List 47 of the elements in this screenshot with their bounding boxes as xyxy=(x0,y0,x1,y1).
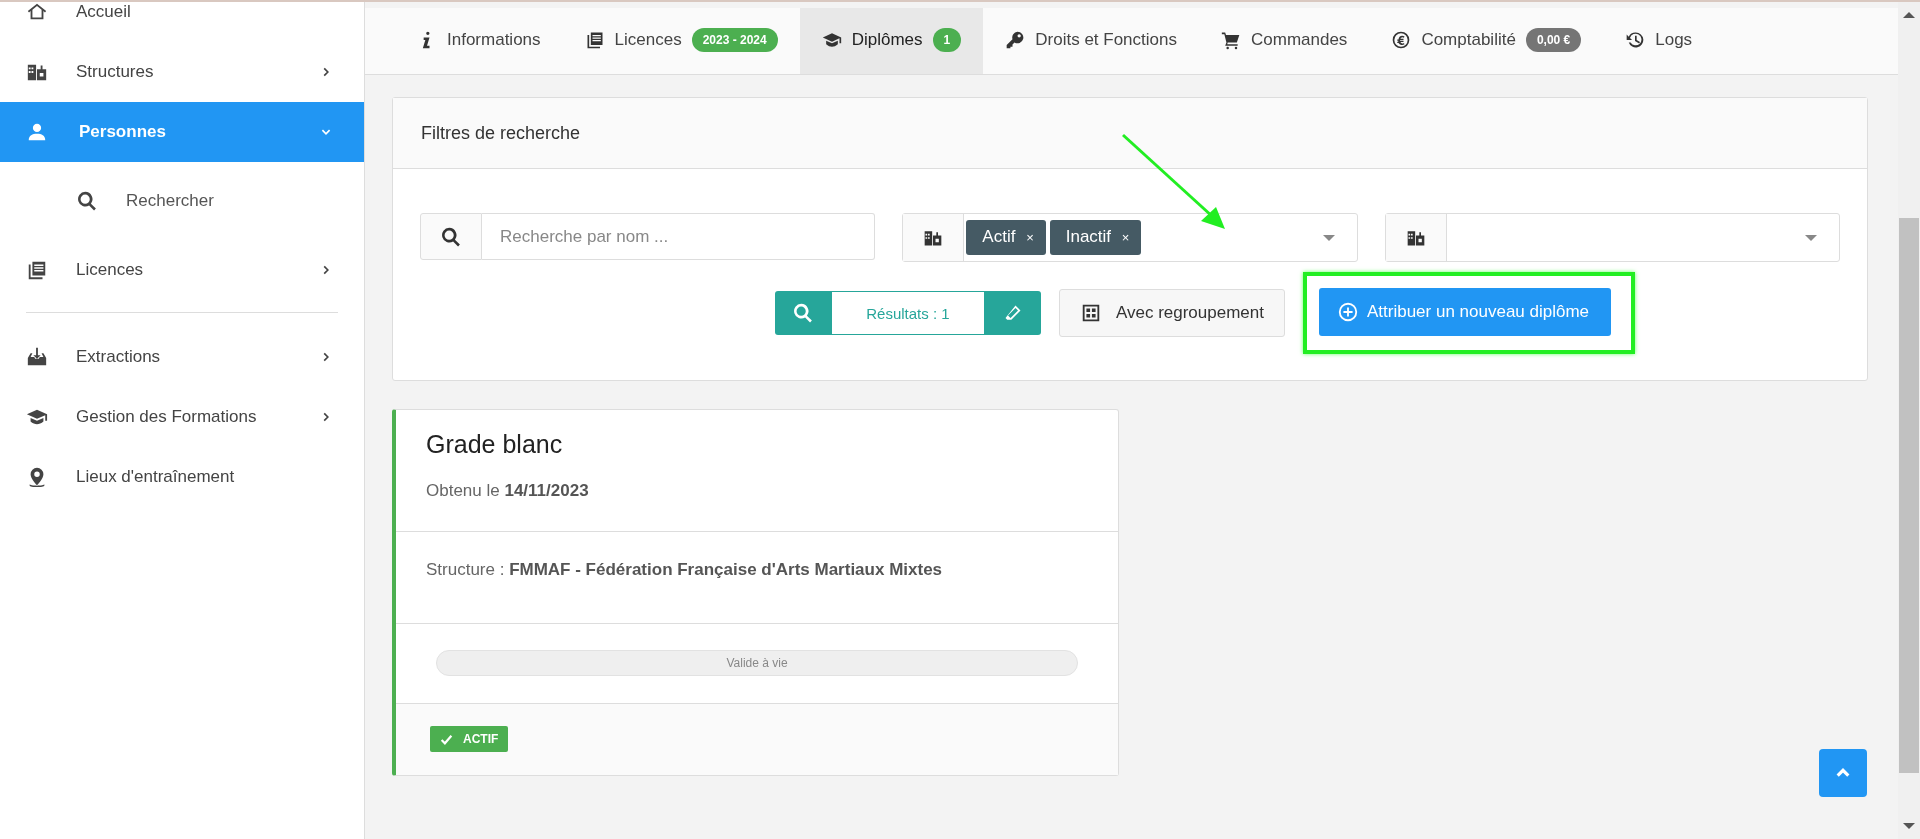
tab[interactable]: Comptabilité 0,00 € xyxy=(1369,8,1604,74)
panel-title: Filtres de recherche xyxy=(421,122,581,144)
caret-icon xyxy=(1805,235,1817,241)
count-badge: 2023 - 2024 xyxy=(691,28,778,52)
count-badge: 0,00 € xyxy=(1525,28,1582,52)
cart-icon xyxy=(1221,30,1241,50)
search-icon xyxy=(76,190,98,212)
filter-tag[interactable]: Inactif × xyxy=(1049,220,1142,255)
structure-text: Structure : FMMAF - Fédération Française d'Arts Martiaux Mixtes xyxy=(426,560,944,580)
tab[interactable]: Licences 2023 - 2024 xyxy=(562,8,800,74)
sidebar-item[interactable]: Gestion des Formations xyxy=(0,387,364,447)
sidebar-item[interactable]: Lieux d'entraînement xyxy=(0,447,364,507)
tab[interactable]: Droits et Fonctions xyxy=(983,8,1199,74)
sidebar-item[interactable]: Accueil xyxy=(0,2,364,42)
tab[interactable]: Diplômes 1 xyxy=(799,8,984,74)
sidebar-item[interactable]: Extractions xyxy=(0,327,364,387)
search-field[interactable]: Recherche par nom ... xyxy=(482,213,876,260)
extract-icon xyxy=(26,346,48,368)
euro-icon xyxy=(1391,30,1412,50)
plus-icon xyxy=(1337,301,1359,323)
status-select[interactable]: Actif × Inactif × xyxy=(902,213,1358,262)
validity-pill: Valide à vie xyxy=(436,650,1078,676)
licences-icon xyxy=(26,259,48,281)
caret-icon xyxy=(1322,235,1335,241)
tab[interactable]: Commandes xyxy=(1199,8,1370,74)
tab[interactable]: Logs xyxy=(1603,8,1715,74)
grouping-button[interactable]: Avec regroupement xyxy=(1058,289,1285,337)
obtained-date: Obtenu le 14/11/2023 xyxy=(426,481,590,501)
tab[interactable]: Informations xyxy=(395,8,563,74)
diploma-title: Grade blanc xyxy=(426,430,564,459)
structure-select[interactable] xyxy=(1384,213,1840,262)
sidebar-item[interactable]: Licences xyxy=(0,240,364,300)
filter-tag[interactable]: Actif × xyxy=(966,220,1046,255)
history-icon xyxy=(1625,30,1646,50)
sidebar-item[interactable]: Structures xyxy=(0,42,364,102)
clear-button[interactable] xyxy=(984,291,1041,335)
results-count: Résultats : 1 xyxy=(830,291,985,335)
search-icon xyxy=(791,302,814,324)
count-badge: 1 xyxy=(932,28,962,52)
search-icon xyxy=(440,225,462,248)
status-badge: ACTIF xyxy=(430,726,509,752)
people-icon xyxy=(26,121,48,143)
key-icon xyxy=(1005,30,1026,50)
scrollbar[interactable] xyxy=(1898,2,1920,839)
search-button[interactable] xyxy=(774,291,831,335)
scroll-top-button[interactable] xyxy=(1819,749,1867,797)
sidebar-subitem[interactable]: Rechercher xyxy=(0,162,364,240)
